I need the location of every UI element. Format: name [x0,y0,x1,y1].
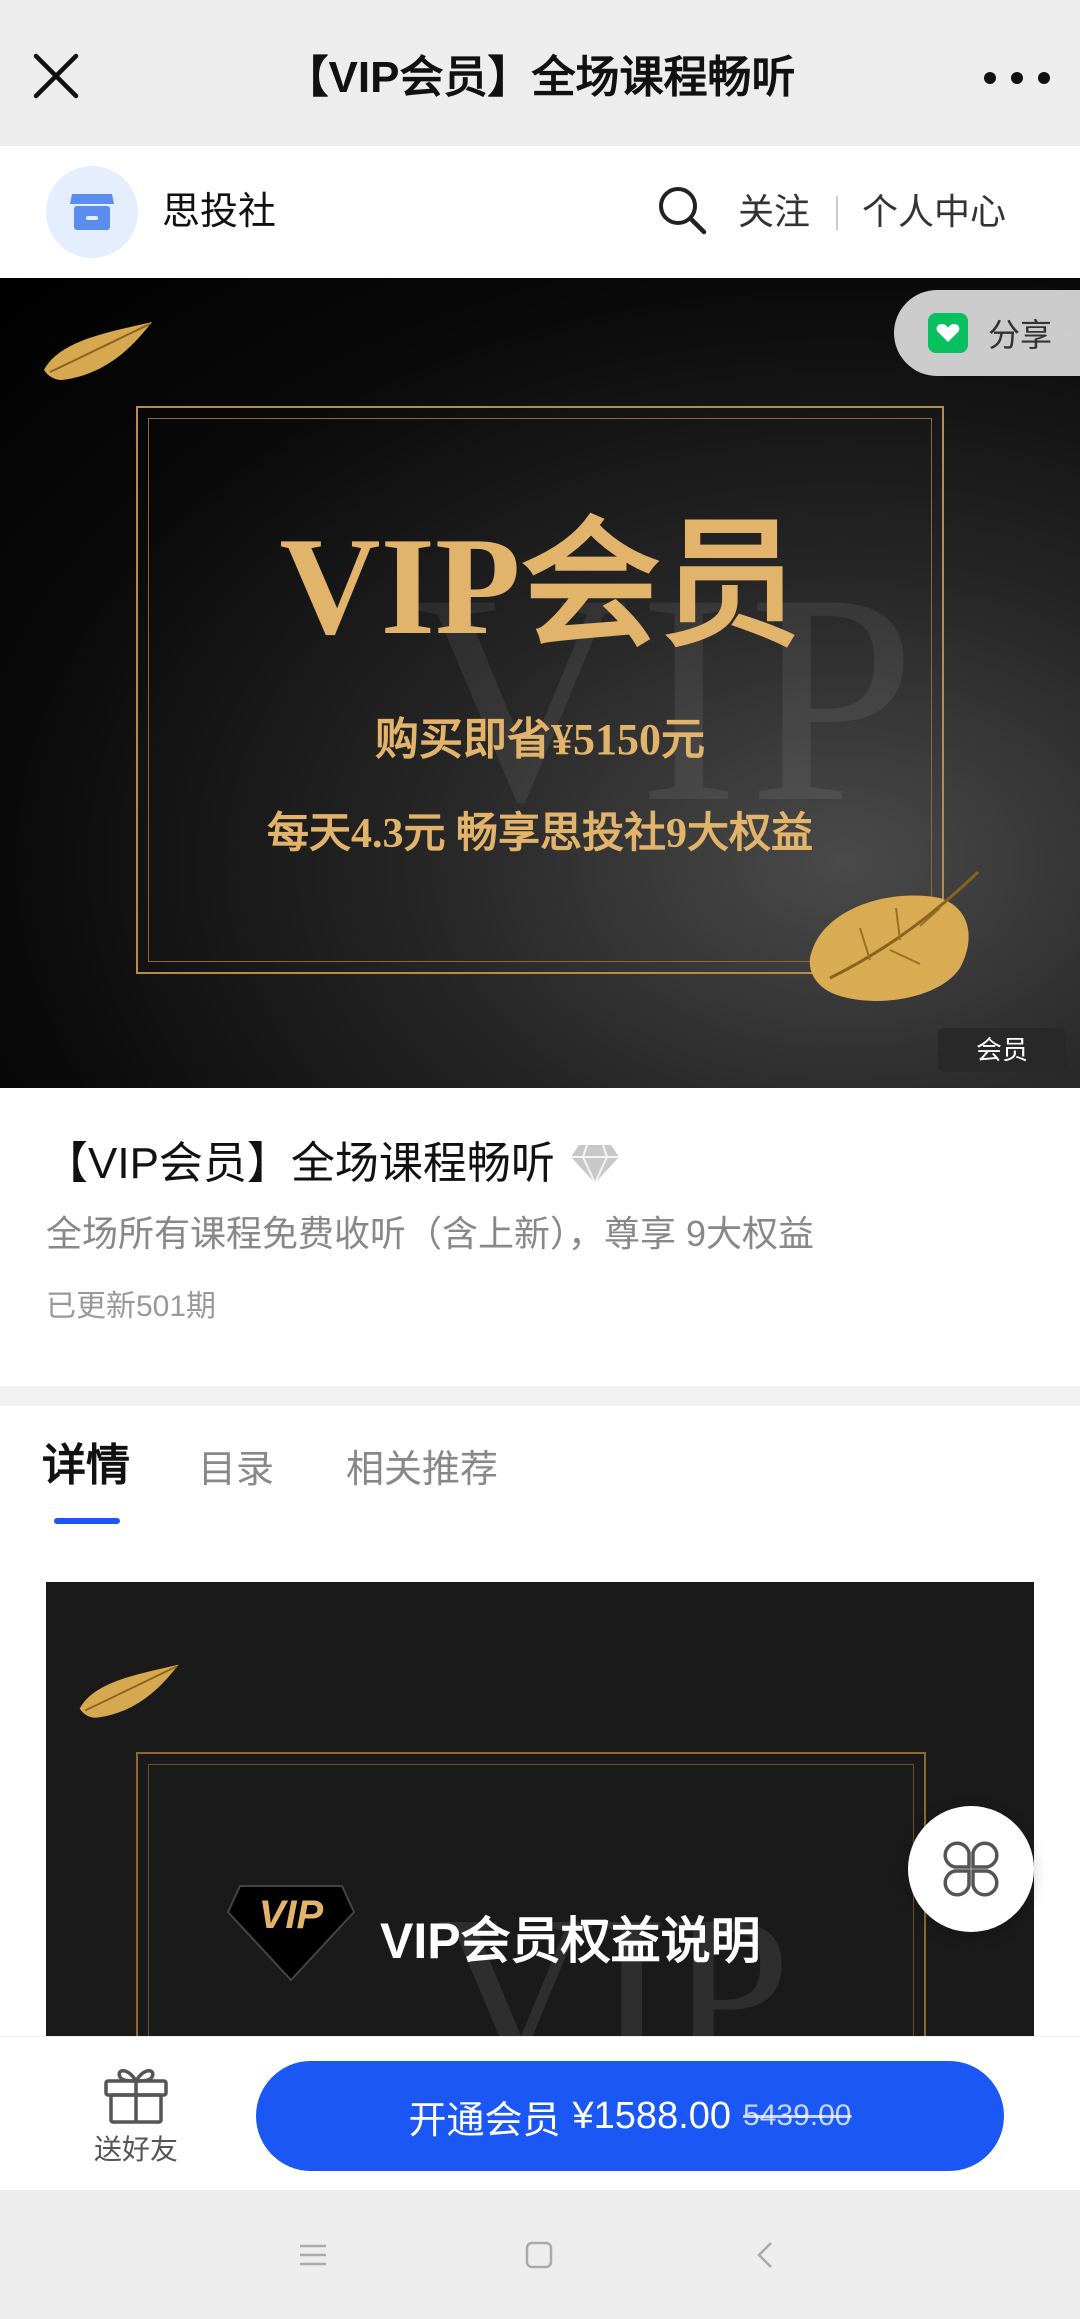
purchase-bar: 送好友 开通会员 ¥1588.00 5439.00 [0,2036,1080,2190]
price: ¥1588.00 [572,2094,732,2137]
gold-leaf-icon [79,1664,179,1718]
shop-header: 思投社 关注 个人中心 [0,146,1080,278]
section-gap [0,1386,1080,1406]
shop-icon [70,194,114,230]
more-icon[interactable] [984,58,1050,98]
svg-text:VIP: VIP [259,1893,324,1937]
back-nav-icon[interactable] [740,2230,790,2280]
detail-image: VIP VIP VIP会员权益说明 [46,1582,1034,2036]
system-nav-bar [0,2190,1080,2319]
tab-bar: 详情 目录 相关推荐 [0,1406,1080,1532]
tab-recommend[interactable]: 相关推荐 [346,1442,498,1498]
search-icon[interactable] [654,182,710,238]
original-price: 5439.00 [743,2099,852,2132]
product-info: 【VIP会员】全场课程畅听 全场所有课程免费收听（含上新），尊享 9大权益 已更… [0,1088,1080,1386]
gift-icon [104,2069,168,2124]
product-description: 全场所有课程免费收听（含上新），尊享 9大权益 [46,1213,815,1254]
shop-name[interactable]: 思投社 [162,184,276,240]
gift-button[interactable]: 送好友 [86,2063,186,2168]
page-title: 【VIP会员】全场课程畅听 [284,53,796,102]
gold-leaf-icon [809,870,980,1001]
floating-menu-button[interactable] [908,1806,1034,1932]
diamond-icon [570,1144,619,1185]
title-bar: 【VIP会员】全场课程畅听 [0,0,1080,146]
update-count: 已更新501期 [46,1290,217,1323]
shop-avatar[interactable] [46,166,138,258]
home-nav-icon[interactable] [514,2230,564,2280]
subscribe-button[interactable]: 开通会员 ¥1588.00 5439.00 [256,2061,1004,2171]
share-label: 分享 [988,317,1053,353]
follow-button[interactable]: 关注 [738,186,810,238]
member-badge: 会员 [938,1028,1066,1072]
subscribe-label: 开通会员 [408,2099,561,2142]
gift-label: 送好友 [93,2134,178,2165]
divider [836,196,838,230]
tab-catalog[interactable]: 目录 [198,1442,274,1498]
detail-title: VIP会员权益说明 [380,1913,761,1969]
tab-details[interactable]: 详情 [42,1438,130,1494]
share-button[interactable]: 分享 [894,290,1080,376]
menu-nav-icon[interactable] [288,2230,338,2280]
personal-center-link[interactable]: 个人中心 [862,186,1006,238]
banner-headline: VIP会员 [279,509,801,664]
product-title: 【VIP会员】全场课程畅听 [44,1139,555,1188]
product-title-row: 【VIP会员】全场课程畅听 [44,1132,621,1196]
vip-gem-icon: VIP [226,1885,356,1982]
banner-daily-text: 每天4.3元 畅享思投社9大权益 [266,811,813,857]
product-banner: VIP VIP会员 购买即省¥5150元 每天4.3元 畅享思投社9大权益 [0,278,1080,1088]
close-icon[interactable] [28,48,84,104]
banner-savings-text: 购买即省¥5150元 [375,715,705,764]
gold-leaf-icon [44,322,152,380]
clover-menu-icon [943,1841,999,1897]
wechat-share-icon [928,313,968,353]
tab-indicator [54,1518,120,1524]
